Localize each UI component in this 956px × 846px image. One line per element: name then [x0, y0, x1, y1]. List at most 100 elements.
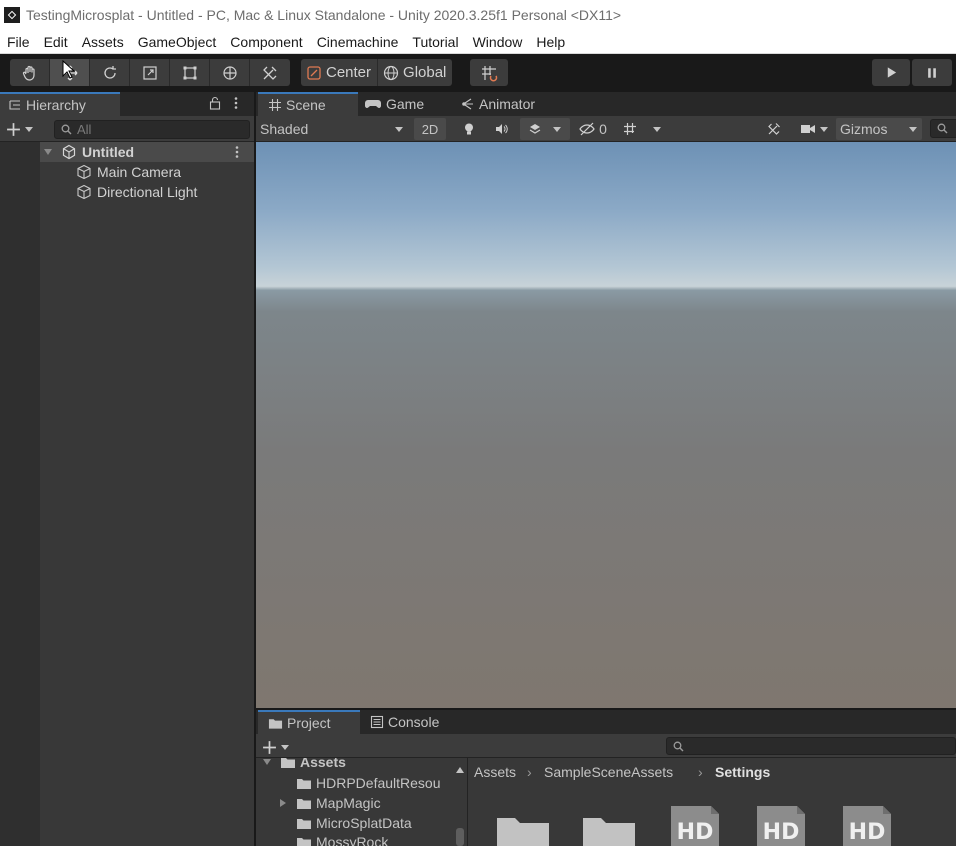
menu-tutorial[interactable]: Tutorial [405, 30, 465, 54]
pivot-center-label: Center [326, 64, 372, 81]
pivot-center-toggle[interactable]: Center [301, 59, 379, 86]
pivot-global-toggle[interactable]: Global [378, 59, 452, 86]
play-icon [887, 67, 896, 78]
grid-visibility-icon [624, 123, 636, 135]
tree-item[interactable]: MapMagic [278, 793, 381, 813]
lock-icon[interactable] [209, 96, 221, 110]
transform-tool-button[interactable] [210, 59, 250, 86]
expand-arrow-icon[interactable] [43, 147, 53, 157]
menu-file[interactable]: File [0, 30, 37, 54]
hierarchy-scene-row[interactable]: Untitled [40, 142, 254, 162]
camera-icon [800, 125, 815, 133]
breadcrumb-samplesceneassets[interactable]: SampleSceneAssets [544, 764, 673, 780]
speaker-icon [496, 124, 508, 134]
scene-search-input[interactable] [930, 119, 956, 138]
menu-gameobject[interactable]: GameObject [131, 30, 224, 54]
tree-item-label: MicroSplatData [316, 815, 412, 831]
chevron-down-icon [281, 745, 289, 750]
asset-hdrp-tile[interactable]: HD [839, 802, 895, 846]
lighting-toggle[interactable] [456, 118, 482, 140]
rect-transform-icon [183, 66, 196, 79]
scale-tool-button[interactable] [130, 59, 170, 86]
tab-project[interactable]: Project [258, 710, 360, 734]
menu-cinemachine[interactable]: Cinemachine [310, 30, 406, 54]
main-toolbar: Center Global [0, 54, 956, 92]
scene-menu-icon[interactable] [232, 145, 242, 159]
scene-viewport[interactable] [256, 142, 956, 708]
effects-dropdown[interactable] [520, 118, 570, 140]
rotate-icon [103, 65, 116, 79]
scroll-up-icon[interactable] [455, 766, 465, 774]
more-options-icon[interactable] [231, 96, 241, 110]
breadcrumb-settings[interactable]: Settings [715, 764, 770, 780]
menu-edit[interactable]: Edit [37, 30, 75, 54]
grid-snapping-button[interactable] [470, 59, 508, 86]
camera-settings-dropdown[interactable] [794, 118, 834, 140]
tree-item-label: HDRPDefaultResou [316, 775, 441, 791]
chevron-down-icon [25, 127, 33, 132]
custom-tool-button[interactable] [250, 59, 290, 86]
asset-hdrp-tile[interactable]: HD [753, 802, 809, 846]
tree-item[interactable]: HDRPDefaultResou [296, 773, 441, 793]
breadcrumb-separator-icon: › [527, 764, 532, 780]
breadcrumb-assets[interactable]: Assets [474, 764, 516, 780]
search-icon [61, 124, 72, 135]
project-create-button[interactable] [262, 738, 296, 756]
folder-open-icon [281, 758, 295, 768]
tree-item[interactable]: MicroSplatData [296, 813, 412, 833]
tree-item[interactable]: MossyRock [296, 832, 388, 846]
toggle-2d-button[interactable]: 2D [414, 118, 446, 140]
hierarchy-item-label: Main Camera [97, 164, 182, 180]
scene-toolbar: Shaded 2D 0 Gizmos [256, 116, 956, 142]
tree-item-label: Assets [300, 758, 346, 770]
scene-visibility-toggle[interactable]: 0 [574, 118, 612, 140]
tab-game[interactable]: Game [364, 92, 424, 116]
gizmos-dropdown[interactable]: Gizmos [836, 118, 922, 140]
hierarchy-item[interactable]: Main Camera [40, 162, 254, 182]
hand-tool-button[interactable] [10, 59, 50, 86]
project-search-input[interactable] [666, 737, 956, 755]
menu-assets[interactable]: Assets [75, 30, 131, 54]
tab-animator-label: Animator [479, 96, 536, 112]
hierarchy-search-input[interactable]: All [54, 120, 250, 139]
tab-scene[interactable]: Scene [258, 92, 358, 116]
expand-arrow-icon[interactable] [262, 758, 272, 767]
tab-scene-label: Scene [286, 97, 326, 113]
asset-folder-tile[interactable] [581, 802, 637, 846]
play-button[interactable] [872, 59, 910, 86]
collapse-arrow-icon[interactable] [278, 798, 288, 808]
tree-item-label: MapMagic [316, 795, 381, 811]
grid-toggle[interactable] [618, 118, 642, 140]
hand-icon [22, 65, 35, 81]
audio-toggle[interactable] [488, 118, 514, 140]
hierarchy-item[interactable]: Directional Light [40, 182, 254, 202]
menu-help[interactable]: Help [529, 30, 572, 54]
console-icon [370, 715, 384, 729]
plus-icon [7, 122, 20, 136]
tools-icon [768, 123, 780, 135]
tree-scrollbar[interactable] [454, 758, 466, 846]
create-dropdown-button[interactable] [6, 120, 40, 138]
menu-window[interactable]: Window [466, 30, 530, 54]
pause-button[interactable] [912, 59, 952, 86]
asset-hdrp-tile[interactable]: HD [667, 802, 723, 846]
shading-mode-dropdown[interactable]: Shaded [260, 118, 410, 140]
chevron-down-icon [395, 127, 403, 132]
tab-animator[interactable]: Animator [461, 92, 535, 116]
rotate-tool-button[interactable] [90, 59, 130, 86]
asset-folder-tile[interactable] [495, 802, 551, 846]
hidden-eye-icon [579, 122, 595, 136]
scene-tools-button[interactable] [762, 118, 786, 140]
tab-console[interactable]: Console [370, 710, 439, 734]
rect-tool-button[interactable] [170, 59, 210, 86]
tools-icon [263, 66, 277, 80]
menu-component[interactable]: Component [223, 30, 309, 54]
scrollbar-thumb[interactable] [456, 828, 464, 846]
toggle-2d-label: 2D [421, 121, 439, 137]
tab-hierarchy[interactable]: Hierarchy [0, 92, 120, 116]
grid-options-dropdown[interactable] [648, 118, 666, 140]
scene-name: Untitled [82, 144, 135, 160]
project-folder-tree: Assets HDRPDefaultResou MapMagic MicroSp… [256, 758, 468, 846]
unity-scene-icon [62, 144, 76, 160]
tree-item-assets[interactable]: Assets [262, 758, 346, 772]
